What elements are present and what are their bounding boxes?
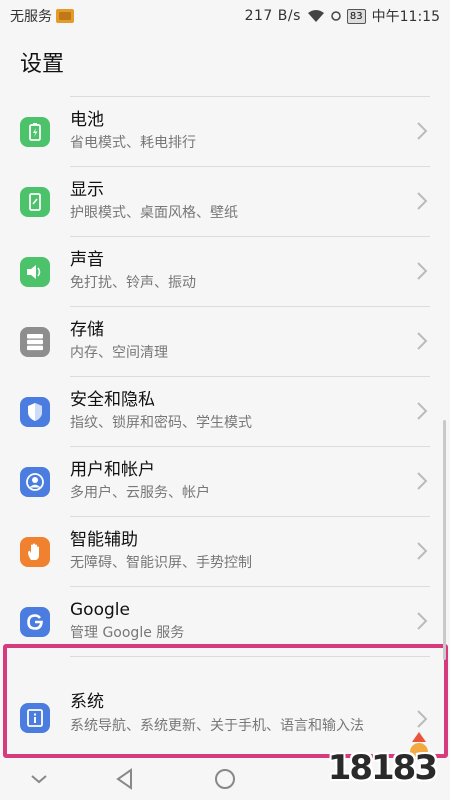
chevron-right-icon — [417, 122, 428, 140]
settings-list: 电池 省电模式、耗电排行 显示 护眼模式、桌面风格、壁纸 声音 免打扰、铃声、振… — [0, 97, 450, 767]
chevron-right-icon — [417, 612, 428, 630]
chevron-right-icon — [417, 192, 428, 210]
settings-item-smart-assist[interactable]: 智能辅助 无障碍、智能识屏、手势控制 — [0, 517, 450, 587]
status-right: 217 B/s 83 中午11:15 — [245, 6, 440, 26]
display-icon — [20, 187, 50, 217]
chevron-right-icon — [417, 262, 428, 280]
item-title: 智能辅助 — [70, 530, 138, 550]
settings-item-security[interactable]: 安全和隐私 指纹、锁屏和密码、学生模式 — [0, 377, 450, 447]
item-title: 显示 — [70, 180, 104, 200]
item-title: 安全和隐私 — [70, 390, 155, 410]
settings-item-display[interactable]: 显示 护眼模式、桌面风格、壁纸 — [0, 167, 450, 237]
carrier-text: 无服务 — [10, 9, 52, 25]
item-subtitle: 多用户、云服务、帐户 — [70, 485, 210, 501]
item-subtitle: 内存、空间清理 — [70, 345, 168, 361]
page-title: 设置 — [20, 52, 65, 77]
network-speed: 217 B/s — [244, 8, 301, 24]
chevron-right-icon — [417, 710, 428, 728]
item-subtitle: 省电模式、耗电排行 — [70, 135, 196, 151]
item-subtitle: 管理 Google 服务 — [70, 625, 185, 641]
item-subtitle: 无障碍、智能识屏、手势控制 — [70, 555, 252, 571]
chevron-right-icon — [417, 332, 428, 350]
wifi-icon — [307, 10, 324, 22]
settings-item-google[interactable]: Google 管理 Google 服务 — [0, 587, 450, 657]
page-header: 设置 — [0, 32, 450, 92]
hide-nav-icon[interactable] — [26, 766, 52, 792]
status-bar: 无服务 217 B/s 83 中午11:15 — [0, 0, 450, 32]
chevron-right-icon — [417, 472, 428, 490]
chevron-right-icon — [417, 402, 428, 420]
settings-item-battery[interactable]: 电池 省电模式、耗电排行 — [0, 97, 450, 167]
settings-item-sound[interactable]: 声音 免打扰、铃声、振动 — [0, 237, 450, 307]
chevron-right-icon — [417, 542, 428, 560]
shield-icon — [20, 397, 50, 427]
storage-icon — [20, 327, 50, 357]
watermark-text: 18183 — [327, 748, 438, 788]
item-subtitle: 免打扰、铃声、振动 — [70, 275, 196, 291]
status-left: 无服务 — [10, 6, 74, 26]
item-subtitle: 指纹、锁屏和密码、学生模式 — [70, 415, 252, 431]
sound-icon — [20, 257, 50, 287]
settings-item-users[interactable]: 用户和帐户 多用户、云服务、帐户 — [0, 447, 450, 517]
scrollbar[interactable] — [443, 420, 446, 660]
battery-indicator: 83 — [346, 8, 366, 24]
item-title: 电池 — [70, 110, 104, 130]
item-title: 声音 — [70, 250, 104, 270]
item-title: 存储 — [70, 320, 104, 340]
hand-icon — [20, 537, 50, 567]
alarm-icon — [331, 11, 341, 21]
battery-icon — [20, 117, 50, 147]
item-title: 系统 — [70, 692, 104, 712]
user-icon — [20, 467, 50, 497]
home-icon[interactable] — [212, 766, 238, 792]
divider — [70, 656, 430, 657]
info-icon — [20, 703, 50, 733]
google-icon — [20, 607, 50, 637]
item-title: 用户和帐户 — [70, 460, 155, 480]
clock: 中午11:15 — [371, 9, 440, 25]
settings-item-storage[interactable]: 存储 内存、空间清理 — [0, 307, 450, 377]
sim-card-icon — [56, 9, 74, 23]
item-subtitle: 护眼模式、桌面风格、壁纸 — [70, 205, 238, 221]
back-icon[interactable] — [112, 766, 138, 792]
item-subtitle: 系统导航、系统更新、关于手机、语言和输入法 — [70, 718, 364, 734]
item-title: Google — [70, 600, 130, 620]
